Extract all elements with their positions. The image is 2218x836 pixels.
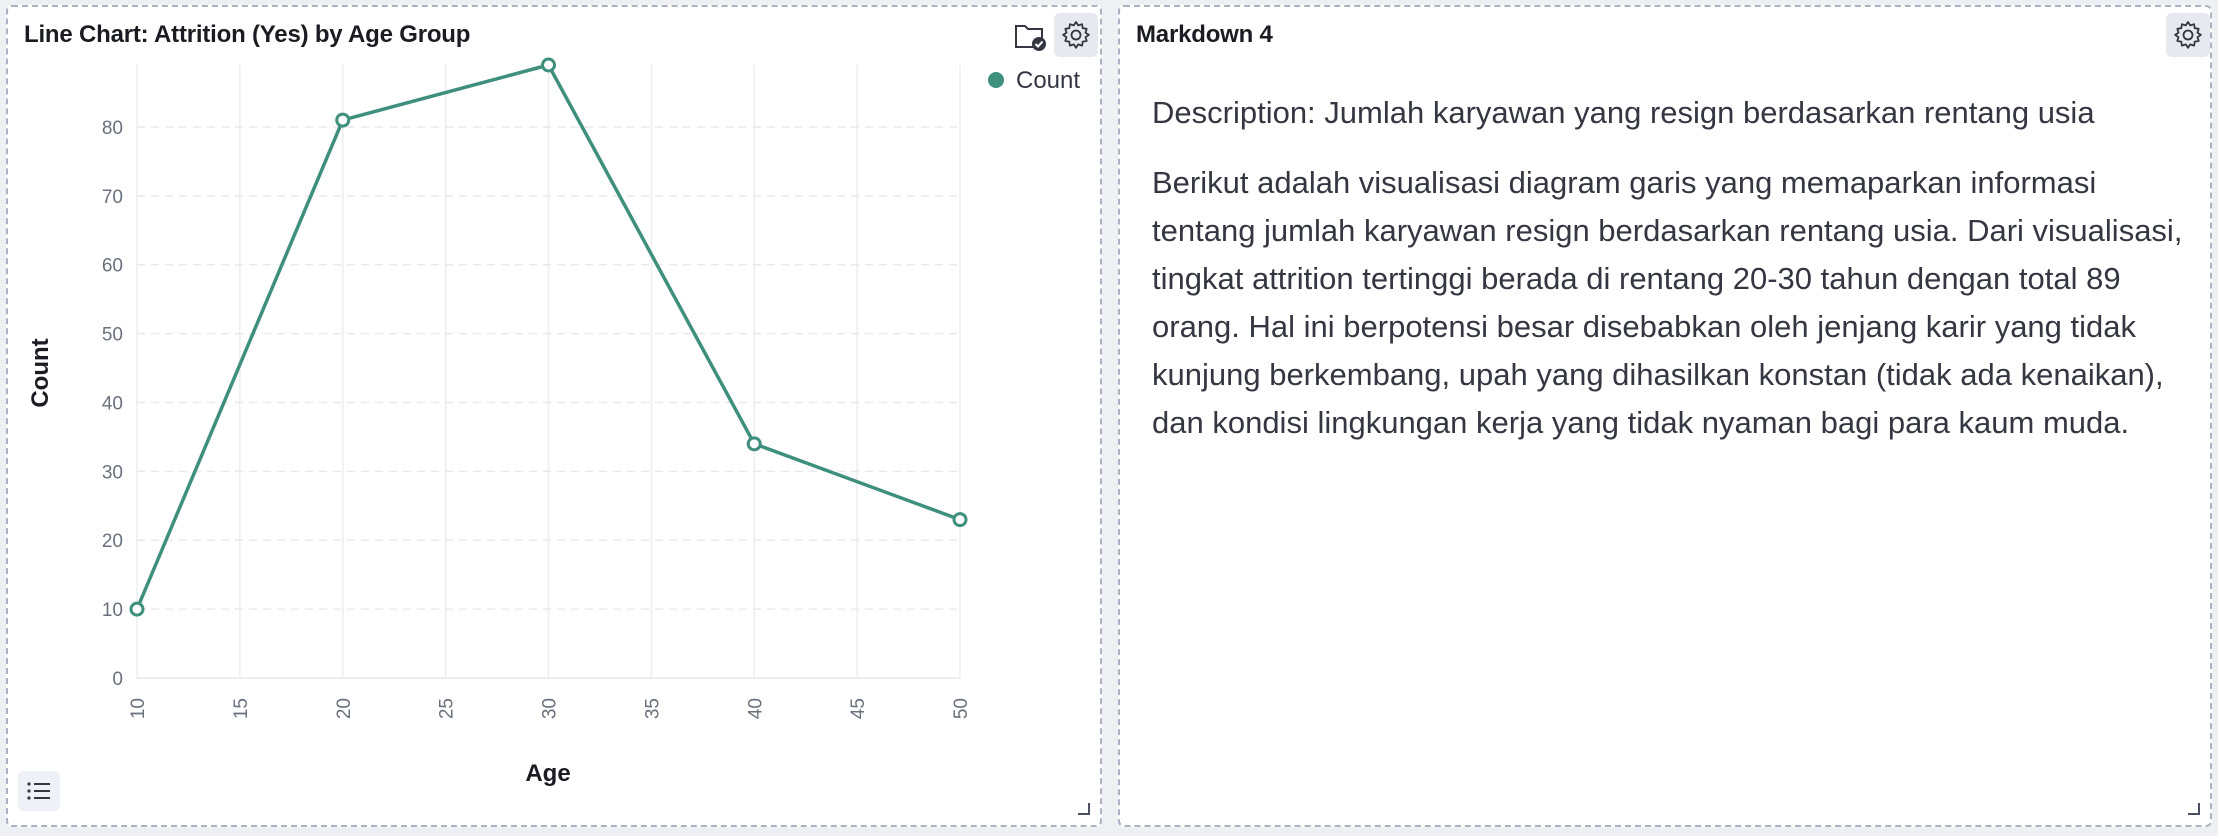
- markdown-panel: Markdown 4 Description: Jumlah karyawan …: [1118, 5, 2212, 827]
- chart-panel: Line Chart: Attrition (Yes) by Age Group…: [6, 5, 1102, 827]
- resize-handle[interactable]: [1078, 803, 1090, 815]
- y-tick-label: 10: [102, 600, 123, 621]
- data-point[interactable]: [952, 512, 968, 528]
- y-tick-label: 30: [102, 462, 123, 483]
- resize-handle[interactable]: [2188, 803, 2200, 815]
- legend-marker: [988, 72, 1004, 88]
- x-tick-label: 50: [951, 698, 972, 719]
- y-tick-label: 40: [102, 393, 123, 414]
- x-tick-label: 35: [642, 698, 663, 719]
- y-tick-label: 60: [102, 256, 123, 277]
- x-tick-label: 20: [334, 698, 355, 719]
- x-tick-label: 45: [848, 698, 869, 719]
- grid: [136, 65, 961, 679]
- x-tick-label: 40: [745, 698, 766, 719]
- markdown-heading: Description: Jumlah karyawan yang resign…: [1152, 95, 2095, 130]
- y-axis-ticks: 0 10 20 30 40 50 60 70 80: [102, 118, 123, 690]
- y-tick-label: 50: [102, 325, 123, 346]
- data-point[interactable]: [541, 57, 556, 73]
- list-icon[interactable]: [18, 771, 60, 811]
- gear-icon[interactable]: [2166, 13, 2210, 57]
- markdown-panel-title: Markdown 4: [1136, 21, 1273, 48]
- y-tick-label: 20: [102, 531, 123, 552]
- line-chart: 01020304050607080 10 15 20 25 30 35 40 45 50 Cou…: [27, 57, 1080, 787]
- x-tick-label: 25: [437, 698, 458, 719]
- x-axis-ticks: 10 15 20 25 30 35 40 45 50: [128, 698, 972, 719]
- x-tick-label: 10: [128, 698, 149, 719]
- markdown-content: Description: Jumlah karyawan yang resign…: [1152, 89, 2192, 469]
- y-tick-label: 80: [102, 118, 123, 139]
- data-point[interactable]: [129, 601, 145, 617]
- legend[interactable]: Count: [988, 67, 1080, 94]
- y-axis-title: Count: [27, 338, 54, 407]
- x-tick-label: 15: [231, 698, 252, 719]
- x-axis-title: Age: [525, 760, 570, 787]
- data-point[interactable]: [335, 112, 351, 128]
- markdown-paragraph: Berikut adalah visualisasi diagram garis…: [1152, 165, 2183, 440]
- y-tick-label: 70: [102, 187, 123, 208]
- x-tick-label: 30: [540, 698, 561, 719]
- data-point[interactable]: [746, 436, 762, 452]
- legend-label: Count: [1016, 67, 1080, 94]
- y-tick-label: 0: [112, 669, 123, 690]
